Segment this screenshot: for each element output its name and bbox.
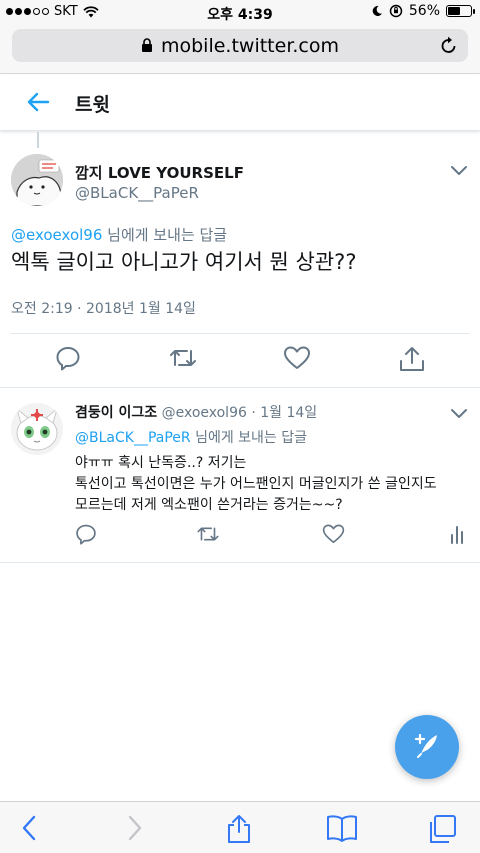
share-sheet-icon[interactable]	[224, 814, 254, 848]
author-handle[interactable]: @BLaCK__PaPeR	[75, 184, 199, 202]
reply-icon[interactable]	[75, 523, 97, 549]
browser-forward-icon[interactable]	[126, 814, 144, 846]
browser-top: SKT 오후 4:39 56% mobile.twitter.com	[0, 0, 480, 74]
heart-icon[interactable]	[322, 523, 345, 549]
reply-to-line: @BLaCK__PaPeR 님에게 보내는 답글	[75, 427, 307, 447]
author-handle-date[interactable]: @exoexol96 · 1월 14일	[157, 405, 318, 421]
page-title: 트윗	[75, 94, 110, 116]
reply-icon[interactable]	[55, 345, 81, 375]
reply-suffix: 님에게 보내는 답글	[102, 226, 228, 244]
tweet-separator	[0, 562, 480, 563]
tweet-text-line: 야ㅠㅠ 혹시 난독증..? 저기는	[75, 455, 247, 471]
tweet-text: 엑톡 글이고 아니고가 여기서 뭔 상관??	[11, 250, 357, 274]
avatar[interactable]	[11, 154, 63, 206]
back-arrow-icon[interactable]	[26, 91, 50, 117]
tweet-actions	[0, 523, 480, 547]
compose-icon	[412, 730, 442, 764]
heart-icon[interactable]	[283, 345, 311, 375]
avatar[interactable]	[11, 403, 63, 455]
url-text: mobile.twitter.com	[160, 34, 340, 57]
tweet-text-line: 모르는데 저게 엑소팬이 쓴거라는 증거는~~?	[75, 497, 343, 513]
battery-level	[448, 7, 461, 15]
reload-icon[interactable]	[440, 36, 458, 60]
retweet-icon[interactable]	[195, 523, 221, 549]
tabs-icon[interactable]	[427, 814, 457, 848]
author-name[interactable]: 겸둥이 이그조	[75, 405, 157, 421]
status-bar: SKT 오후 4:39 56%	[0, 0, 480, 24]
reply-mention-link[interactable]: @BLaCK__PaPeR	[75, 430, 191, 446]
compose-button[interactable]	[395, 715, 459, 779]
browser-back-icon[interactable]	[20, 814, 38, 846]
share-icon[interactable]	[398, 345, 426, 377]
safari-toolbar	[0, 801, 480, 853]
tweet-text-line: 톡선이고 톡선이면은 누가 어느팬인지 머글인지가 쓴 글인지도	[75, 476, 437, 492]
twitter-header: 트윗	[0, 75, 480, 131]
tweet-separator	[0, 387, 480, 388]
rotation-lock-icon	[389, 4, 403, 18]
battery-icon	[446, 5, 475, 17]
lock-icon	[141, 38, 153, 53]
analytics-icon[interactable]	[449, 523, 465, 549]
reply-mention-link[interactable]: @exoexol96	[11, 226, 102, 244]
reply-to-line: @exoexol96 님에게 보내는 답글	[11, 224, 227, 245]
reply-suffix: 님에게 보내는 답글	[190, 430, 308, 446]
author-name[interactable]: 깜지 LOVE YOURSELF	[75, 162, 244, 183]
url-bar[interactable]: mobile.twitter.com	[12, 29, 468, 62]
reply-header: 겸둥이 이그조 @exoexol96 · 1월 14일	[75, 402, 317, 422]
battery-percent: 56%	[408, 3, 440, 19]
bookmarks-icon[interactable]	[325, 814, 359, 846]
chevron-down-icon[interactable]	[450, 405, 468, 424]
chevron-down-icon[interactable]	[450, 162, 468, 181]
tweet-text: 야ㅠㅠ 혹시 난독증..? 저기는 톡선이고 톡선이면은 누가 어느팬인지 머글…	[75, 453, 475, 516]
tweet-actions	[0, 345, 480, 377]
retweet-icon[interactable]	[167, 345, 199, 375]
moon-icon	[372, 5, 382, 16]
status-right: 56%	[371, 3, 475, 19]
thread-line	[37, 132, 39, 148]
divider	[11, 333, 469, 334]
tweet-timestamp[interactable]: 오전 2:19 · 2018년 1월 14일	[11, 298, 196, 318]
